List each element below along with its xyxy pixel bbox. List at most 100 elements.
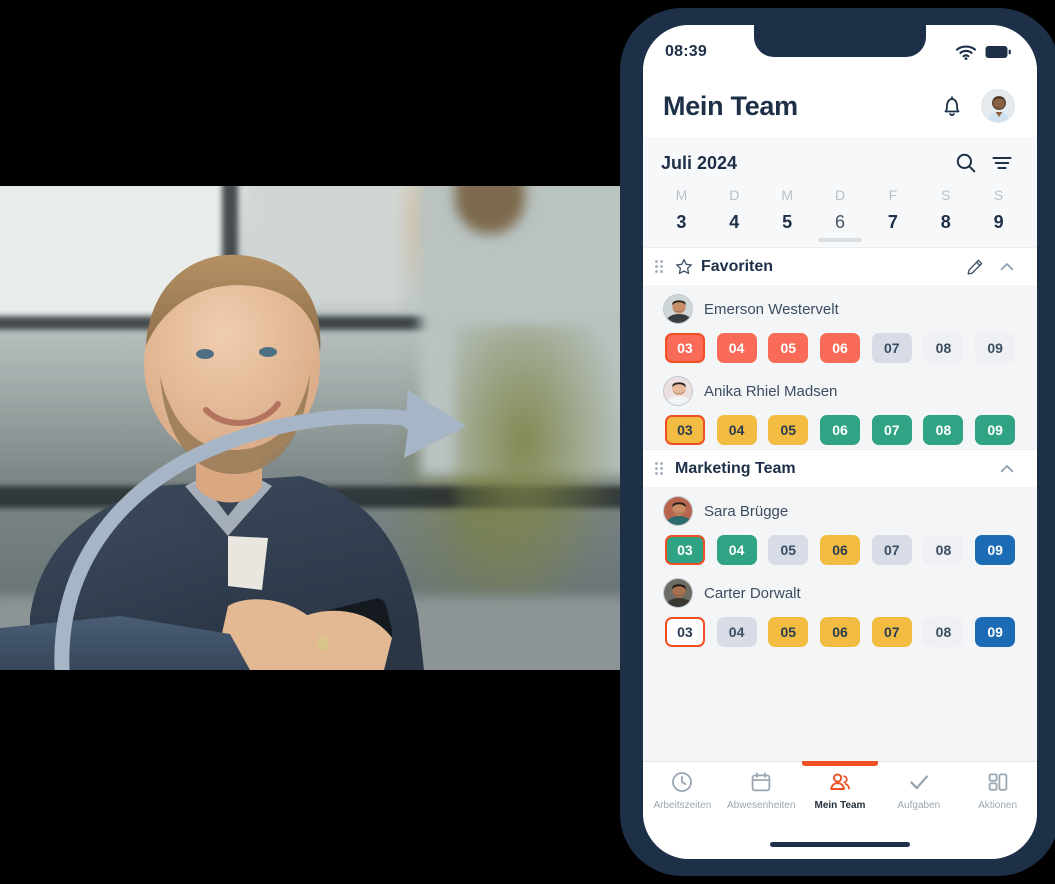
drag-handle-icon[interactable] <box>655 260 667 273</box>
day-chip[interactable]: 03 <box>664 617 705 647</box>
phone-notch <box>754 25 926 57</box>
team-list[interactable]: Favoriten Emerson Westervelt 03 04 05 06 07 08 0… <box>643 247 1037 795</box>
calendar-day-cell[interactable]: 7 <box>866 212 919 233</box>
day-chip[interactable]: 09 <box>975 617 1016 647</box>
day-chip[interactable]: 04 <box>716 415 757 445</box>
avatar-image <box>664 295 692 323</box>
avatar[interactable] <box>981 89 1015 123</box>
collapse-section-button[interactable] <box>995 457 1019 481</box>
day-chip[interactable]: 06 <box>820 415 861 445</box>
member-name: Sara Brügge <box>704 502 789 520</box>
team-member-row[interactable]: Carter Dorwalt 03 04 05 06 07 08 09 <box>643 569 1037 651</box>
search-button[interactable] <box>951 148 981 178</box>
calendar-weekday-label: M <box>781 187 793 203</box>
day-chip[interactable]: 05 <box>768 415 809 445</box>
day-chip[interactable]: 08 <box>923 535 964 565</box>
calendar-day-cell[interactable]: 4 <box>708 212 761 233</box>
check-icon <box>910 775 928 790</box>
day-chip[interactable]: 06 <box>820 333 861 363</box>
team-member-row[interactable]: Sara Brügge 03 04 05 06 07 08 09 <box>643 487 1037 569</box>
day-chip[interactable]: 09 <box>975 535 1016 565</box>
day-chip[interactable]: 07 <box>871 535 912 565</box>
day-chip[interactable]: 08 <box>923 333 964 363</box>
day-chip[interactable]: 09 <box>975 333 1016 363</box>
day-chip[interactable]: 03 <box>664 415 705 445</box>
calendar-weekday-label: M <box>675 187 688 203</box>
avatar[interactable] <box>663 496 693 526</box>
calendar-weekday: D <box>708 183 761 212</box>
day-chip[interactable]: 04 <box>716 617 757 647</box>
day-chip[interactable]: 06 <box>820 617 861 647</box>
chevron-up-icon <box>1000 262 1014 270</box>
calendar-weekday: M <box>761 183 814 212</box>
pencil-icon <box>967 259 983 275</box>
section-header-marketing-team[interactable]: Marketing Team <box>643 449 1037 487</box>
day-chip[interactable]: 08 <box>923 415 964 445</box>
calendar-weekday: M <box>655 183 708 212</box>
tab-arbeitszeiten[interactable]: Arbeitszeiten <box>643 770 722 834</box>
star-icon-wrap[interactable] <box>675 258 693 276</box>
avatar[interactable] <box>663 294 693 324</box>
day-chip[interactable]: 04 <box>716 333 757 363</box>
calendar-weekday: S <box>972 183 1025 212</box>
day-chip-row: 03 04 05 06 07 08 09 <box>643 406 1037 445</box>
calendar-day-cell[interactable]: 5 <box>761 212 814 233</box>
day-chip[interactable]: 07 <box>871 333 912 363</box>
team-member-row[interactable]: Anika Rhiel Madsen 03 04 05 06 07 08 09 <box>643 367 1037 449</box>
avatar[interactable] <box>663 376 693 406</box>
status-time: 08:39 <box>665 43 707 60</box>
calendar-day-cell[interactable]: 9 <box>972 212 1025 233</box>
status-icons <box>956 41 1011 60</box>
battery-full-icon <box>985 46 1011 58</box>
notifications-button[interactable] <box>935 89 969 123</box>
section-header-favoriten[interactable]: Favoriten <box>643 247 1037 285</box>
day-chip[interactable]: 04 <box>716 535 757 565</box>
calendar-day-indicator <box>972 233 1025 247</box>
drag-handle-icon[interactable] <box>655 462 667 475</box>
calendar-day-cell[interactable]: 6 <box>814 212 867 233</box>
calendar-day-cell[interactable]: 8 <box>919 212 972 233</box>
calendar-weekday-row: MDMDFSS <box>643 183 1037 212</box>
people-icon <box>830 773 850 790</box>
day-chip-row: 03 04 05 06 07 08 09 <box>643 324 1037 363</box>
day-chip[interactable]: 07 <box>871 617 912 647</box>
calendar-day-number: 4 <box>729 212 740 232</box>
calendar-day-cell[interactable]: 3 <box>655 212 708 233</box>
day-chip[interactable]: 03 <box>664 333 705 363</box>
day-chip[interactable]: 07 <box>871 415 912 445</box>
calendar-day-indicator <box>708 233 761 247</box>
collapse-section-button[interactable] <box>995 255 1019 279</box>
tab-aktionen[interactable]: Aktionen <box>958 770 1037 834</box>
tab-aufgaben[interactable]: Aufgaben <box>879 770 958 834</box>
calendar-weekday: D <box>814 183 867 212</box>
day-chip[interactable]: 03 <box>664 535 705 565</box>
calendar-weekday: S <box>919 183 972 212</box>
tab-label: Aufgaben <box>897 800 941 811</box>
calendar-weekday-label: D <box>834 187 846 203</box>
clock-icon <box>672 772 693 792</box>
filter-icon <box>992 156 1012 170</box>
tab-mein-team[interactable]: Mein Team <box>801 761 880 834</box>
star-icon <box>676 258 692 274</box>
day-chip[interactable]: 06 <box>820 535 861 565</box>
tab-abwesenheiten[interactable]: Abwesenheiten <box>722 770 801 834</box>
active-tab-indicator <box>801 761 878 766</box>
day-chip[interactable]: 05 <box>768 535 809 565</box>
team-member-row[interactable]: Emerson Westervelt 03 04 05 06 07 08 09 <box>643 285 1037 367</box>
avatar[interactable] <box>663 578 693 608</box>
section-title: Marketing Team <box>675 459 796 477</box>
day-chip[interactable]: 05 <box>768 617 809 647</box>
filter-button[interactable] <box>987 148 1017 178</box>
day-chip[interactable]: 08 <box>923 617 964 647</box>
calendar-day-indicator <box>919 233 972 247</box>
phone-mockup: 08:39 Mein Team Juli 2024 M D M D F S S … <box>620 8 1055 876</box>
edit-section-button[interactable] <box>963 255 987 279</box>
day-chip[interactable]: 09 <box>975 415 1016 445</box>
app-header: Mein Team <box>643 75 1037 137</box>
day-chip[interactable]: 05 <box>768 333 809 363</box>
calendar-day-indicator <box>814 233 867 247</box>
tab-label: Mein Team <box>814 800 866 811</box>
calendar-day-number: 7 <box>887 212 898 232</box>
user-avatar <box>982 90 1014 122</box>
tab-label: Arbeitszeiten <box>653 800 712 811</box>
